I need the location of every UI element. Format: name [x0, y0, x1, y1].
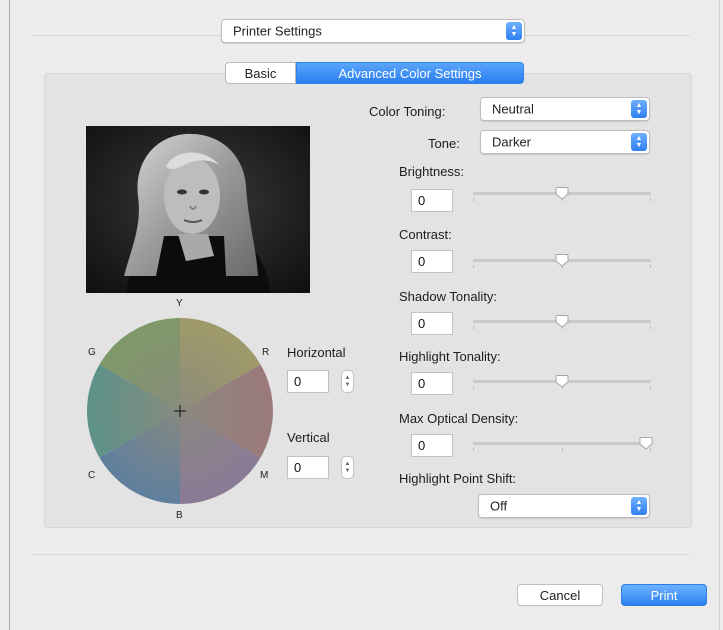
- slider-track: [473, 442, 651, 445]
- shadow-tonality-input[interactable]: 0: [411, 312, 453, 335]
- brightness-label: Brightness:: [399, 164, 465, 179]
- color-toning-label: Color Toning:: [369, 104, 446, 119]
- slider-tick: [473, 386, 474, 389]
- max-optical-density-slider[interactable]: [473, 436, 653, 451]
- brightness-slider[interactable]: [473, 186, 651, 201]
- tab-bar: Basic Advanced Color Settings: [225, 62, 524, 84]
- bottom-separator: [32, 554, 690, 555]
- slider-tick: [650, 198, 651, 201]
- brightness-input[interactable]: 0: [411, 189, 453, 212]
- max-optical-density-label: Max Optical Density:: [399, 411, 519, 426]
- vertical-input[interactable]: 0: [287, 456, 329, 479]
- highlight-tonality-input[interactable]: 0: [411, 372, 453, 395]
- photo-preview-image: [86, 126, 310, 293]
- slider-tick: [473, 326, 474, 329]
- slider-knob[interactable]: [555, 314, 569, 328]
- tab-advanced-color-settings[interactable]: Advanced Color Settings: [296, 62, 524, 84]
- tab-basic[interactable]: Basic: [225, 62, 296, 84]
- tone-value: Darker: [492, 134, 532, 150]
- contrast-label: Contrast:: [399, 227, 452, 242]
- slider-tick: [650, 386, 651, 389]
- printer-settings-popup-label: Printer Settings: [233, 23, 322, 39]
- highlight-tonality-label: Highlight Tonality:: [399, 349, 501, 364]
- horizontal-stepper[interactable]: ▲ ▼: [341, 370, 354, 393]
- slider-tick: [473, 198, 474, 201]
- vertical-label: Vertical: [287, 430, 330, 445]
- popup-arrows-icon: ▲ ▼: [506, 22, 522, 40]
- color-toning-popup[interactable]: Neutral ▲ ▼: [480, 97, 650, 121]
- contrast-slider[interactable]: [473, 253, 651, 268]
- highlight-point-shift-label: Highlight Point Shift:: [399, 471, 517, 486]
- color-toning-value: Neutral: [492, 101, 534, 117]
- window-left-edge: [9, 0, 10, 630]
- slider-knob[interactable]: [555, 253, 569, 267]
- popup-arrows-icon: ▲ ▼: [631, 100, 647, 118]
- slider-knob[interactable]: [555, 374, 569, 388]
- highlight-point-shift-popup[interactable]: Off ▲ ▼: [478, 494, 650, 518]
- wheel-label-y: Y: [176, 298, 183, 309]
- slider-tick: [650, 265, 651, 268]
- slider-tick: [562, 448, 563, 451]
- slider-tick: [650, 326, 651, 329]
- highlight-tonality-slider[interactable]: [473, 374, 651, 389]
- window-right-edge: [719, 0, 720, 630]
- cancel-button[interactable]: Cancel: [517, 584, 603, 606]
- highlight-point-shift-value: Off: [490, 498, 508, 514]
- contrast-input[interactable]: 0: [411, 250, 453, 273]
- color-wheel[interactable]: [86, 317, 274, 505]
- vertical-stepper[interactable]: ▲ ▼: [341, 456, 354, 479]
- slider-knob[interactable]: [555, 186, 569, 200]
- slider-tick: [473, 448, 474, 451]
- shadow-tonality-slider[interactable]: [473, 314, 651, 329]
- max-optical-density-input[interactable]: 0: [411, 434, 453, 457]
- slider-tick: [473, 265, 474, 268]
- horizontal-input[interactable]: 0: [287, 370, 329, 393]
- shadow-tonality-label: Shadow Tonality:: [399, 289, 498, 304]
- print-button[interactable]: Print: [621, 584, 707, 606]
- tone-popup[interactable]: Darker ▲ ▼: [480, 130, 650, 154]
- wheel-label-b: B: [176, 510, 183, 521]
- tone-label: Tone:: [428, 136, 460, 151]
- popup-arrows-icon: ▲ ▼: [631, 497, 647, 515]
- printer-settings-popup[interactable]: Printer Settings ▲ ▼: [221, 19, 525, 43]
- slider-knob[interactable]: [639, 436, 653, 450]
- popup-arrows-icon: ▲ ▼: [631, 133, 647, 151]
- horizontal-label: Horizontal: [287, 345, 346, 360]
